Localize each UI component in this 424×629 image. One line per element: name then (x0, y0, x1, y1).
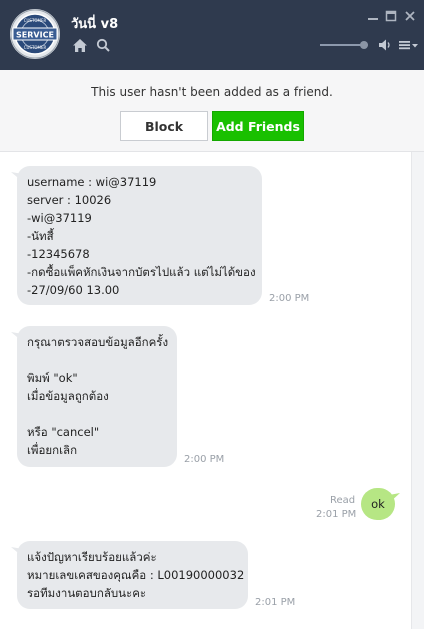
message-line: -12345678 (27, 247, 90, 261)
customer-service-logo-icon: SERVICE CUSTOMER CUSTOMER (10, 9, 60, 59)
logo-text-service: SERVICE (16, 31, 54, 40)
menu-icon[interactable] (399, 38, 419, 52)
volume-icon[interactable] (378, 38, 392, 52)
block-button[interactable]: Block (120, 111, 208, 141)
incoming-message-bubble[interactable]: กรุณาตรวจสอบข้อมูลอีกครั้ง พิมพ์ "ok" เม… (17, 326, 177, 467)
avatar[interactable]: SERVICE CUSTOMER CUSTOMER (10, 9, 60, 59)
minimize-icon[interactable] (367, 10, 379, 22)
volume-slider-fill (320, 44, 365, 46)
home-icon[interactable] (72, 38, 88, 53)
message-line: username : wi@37119 (27, 175, 157, 189)
message-text: ok (371, 497, 385, 511)
message-line: server : 10026 (27, 193, 112, 207)
message-line: หมายเลขเคสของคุณคือ : L00190000032 (27, 568, 245, 582)
message-line: เมื่อข้อมูลถูกต้อง (27, 389, 109, 403)
message-line: พิมพ์ "ok" (27, 371, 78, 385)
message-line: เพื่อยกเลิก (27, 443, 78, 457)
volume-slider-knob[interactable] (360, 41, 369, 49)
message-timestamp: 2:00 PM (269, 293, 310, 304)
message-line: แจ้งปัญหาเรียบร้อยแล้วค่ะ (27, 550, 157, 564)
read-receipt: Read (330, 495, 356, 506)
not-friend-notice: This user hasn't been added as a friend. (91, 85, 333, 99)
logo-text-bottom: CUSTOMER (24, 45, 47, 50)
chat-title: วันนี่ v8 (71, 17, 119, 32)
logo-text-top: CUSTOMER (24, 18, 47, 23)
message-line: รอทีมงานตอบกลับนะคะ (27, 586, 147, 600)
message-timestamp: 2:00 PM (184, 454, 225, 465)
add-friends-button[interactable]: Add Friends (212, 111, 304, 141)
close-icon[interactable] (404, 10, 416, 22)
message-timestamp: 2:01 PM (255, 597, 296, 608)
message-line: -กดซื้อแพ็คหักเงินจากบัตรไปแล้ว แต่ไม่ได… (27, 265, 256, 279)
outgoing-message-bubble[interactable]: ok (361, 488, 395, 520)
volume-slider[interactable] (320, 41, 370, 49)
message-timestamp: 2:01 PM (316, 509, 357, 520)
message-line: -27/09/60 13.00 (27, 283, 120, 297)
message-line: -wi@37119 (27, 211, 92, 225)
search-icon[interactable] (96, 38, 111, 53)
message-line: กรุณาตรวจสอบข้อมูลอีกครั้ง (27, 335, 169, 349)
incoming-message-bubble[interactable]: แจ้งปัญหาเรียบร้อยแล้วค่ะ หมายเลขเคสของค… (17, 541, 248, 609)
not-friend-banner: This user hasn't been added as a friend.… (0, 70, 424, 152)
maximize-icon[interactable] (385, 10, 397, 22)
message-line: -นัทสี้ (27, 229, 54, 243)
chat-header: SERVICE CUSTOMER CUSTOMER วันนี่ v8 (0, 0, 424, 70)
incoming-message-bubble[interactable]: username : wi@37119 server : 10026 -wi@3… (17, 166, 262, 305)
chat-scrollbar[interactable] (411, 152, 424, 629)
message-line: หรือ "cancel" (27, 425, 100, 439)
